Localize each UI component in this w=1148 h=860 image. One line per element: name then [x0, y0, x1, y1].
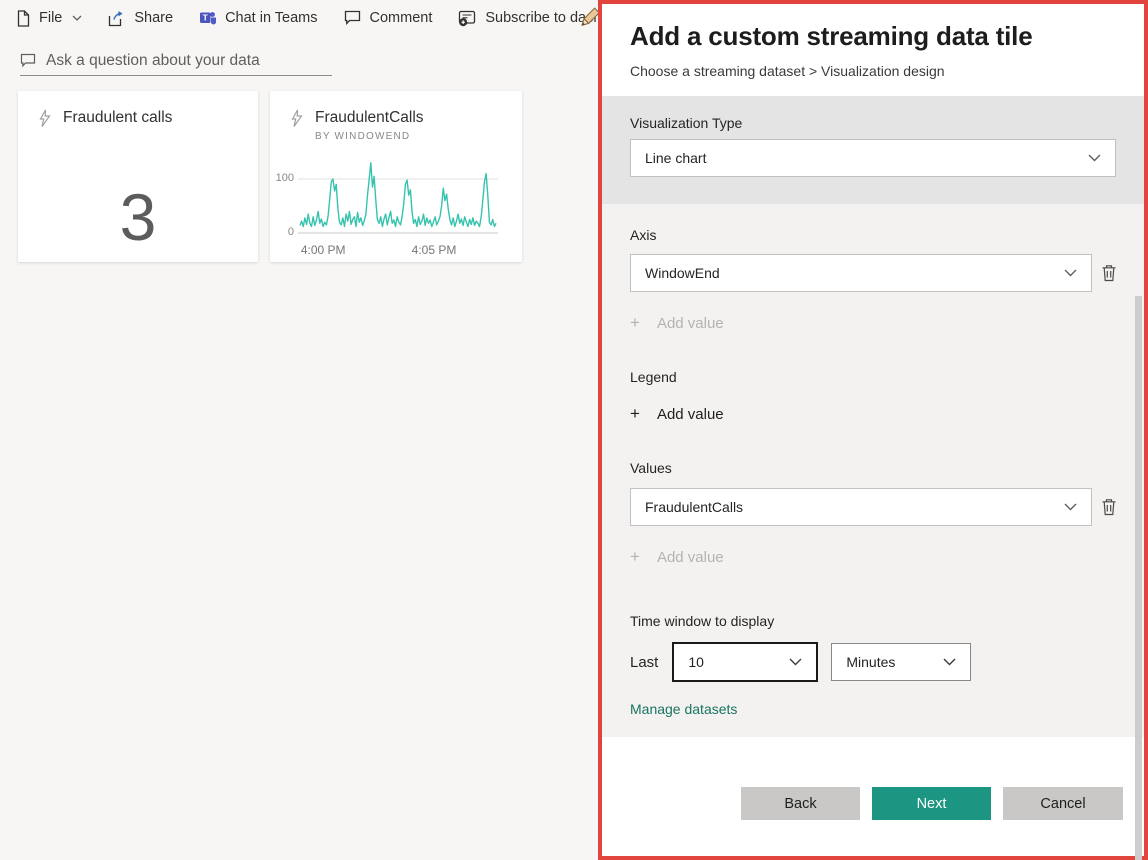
file-icon: [16, 9, 31, 27]
values-add-value-label: Add value: [656, 548, 724, 566]
add-streaming-tile-panel: Add a custom streaming data tile Choose …: [598, 0, 1148, 860]
values-label: Values: [630, 460, 672, 476]
file-menu-button[interactable]: File: [16, 9, 82, 27]
legend-add-value-label: Add value: [656, 405, 724, 423]
streaming-lightning-icon: [38, 109, 52, 128]
chevron-down-icon: [789, 658, 802, 666]
y-axis-tick-0: 0: [287, 226, 294, 238]
time-window-label: Time window to display: [630, 613, 775, 629]
time-amount-dropdown[interactable]: 10: [672, 642, 819, 682]
last-label: Last: [630, 653, 659, 671]
visualization-type-label: Visualization Type: [630, 115, 743, 131]
plus-icon: +: [630, 404, 640, 423]
qna-bubble-icon: [20, 53, 37, 68]
values-delete-button[interactable]: [1101, 498, 1117, 516]
legend-label: Legend: [630, 369, 677, 385]
time-amount-value: 10: [688, 654, 704, 670]
qna-input[interactable]: Ask a question about your data: [20, 46, 332, 76]
breadcrumb: Choose a streaming dataset > Visualizati…: [630, 63, 945, 79]
panel-title: Add a custom streaming data tile: [630, 21, 1033, 51]
trash-icon: [1102, 499, 1116, 516]
tile-fraudulentcalls-chart[interactable]: FraudulentCalls BY WINDOWEND 100 0 4:00 …: [270, 91, 522, 262]
legend-add-value-button[interactable]: + Add value: [630, 404, 1144, 423]
file-menu-label: File: [39, 10, 63, 26]
cancel-button[interactable]: Cancel: [1003, 787, 1123, 820]
values-value: FraudulentCalls: [645, 499, 744, 515]
share-icon: [108, 10, 126, 27]
time-unit-dropdown[interactable]: Minutes: [831, 643, 972, 681]
teams-icon: T: [199, 10, 217, 27]
chat-in-teams-button[interactable]: T Chat in Teams: [199, 10, 318, 27]
svg-text:T: T: [203, 12, 209, 22]
panel-footer: Back Next Cancel: [602, 737, 1144, 856]
x-axis-tick: 4:05 PM: [411, 243, 457, 257]
dashboard-toolbar: File Share T Chat in Teams Comment Subsc…: [0, 0, 639, 36]
axis-dropdown[interactable]: WindowEnd: [630, 254, 1092, 292]
comment-icon: [344, 10, 362, 26]
streaming-line-chart: 100 0 4:00 PM 4:05 PM: [270, 151, 522, 262]
chevron-down-icon: [1064, 269, 1077, 277]
streaming-lightning-icon: [290, 109, 304, 128]
share-label: Share: [134, 10, 174, 26]
axis-value: WindowEnd: [645, 265, 720, 281]
values-dropdown[interactable]: FraudulentCalls: [630, 488, 1092, 526]
share-button[interactable]: Share: [108, 10, 173, 27]
manage-datasets-link[interactable]: Manage datasets: [630, 701, 737, 717]
next-button[interactable]: Next: [872, 787, 991, 820]
qna-placeholder: Ask a question about your data: [46, 51, 260, 69]
chevron-down-icon: [1088, 154, 1101, 162]
visualization-type-section: Visualization Type Line chart: [602, 96, 1144, 204]
axis-add-value-label: Add value: [656, 314, 724, 332]
tile-card-value: 3: [119, 180, 157, 254]
plus-icon: +: [630, 313, 640, 332]
chat-in-teams-label: Chat in Teams: [225, 10, 318, 26]
x-axis-tick: 4:00 PM: [300, 243, 346, 257]
chevron-down-icon: [943, 658, 956, 666]
comment-button[interactable]: Comment: [344, 10, 433, 26]
tile-subtitle: BY WINDOWEND: [315, 131, 411, 142]
visualization-type-dropdown[interactable]: Line chart: [630, 139, 1116, 177]
comment-label: Comment: [369, 10, 433, 26]
chevron-down-icon: [1064, 503, 1077, 511]
values-add-value-button: + Add value: [630, 547, 1144, 566]
chevron-down-icon: [72, 15, 82, 21]
subscribe-icon: [458, 10, 477, 27]
axis-add-value-button: + Add value: [630, 313, 1144, 332]
time-unit-value: Minutes: [846, 654, 896, 670]
axis-delete-button[interactable]: [1101, 264, 1117, 282]
plus-icon: +: [630, 547, 640, 566]
tile-title: Fraudulent calls: [63, 109, 173, 126]
panel-scrollbar[interactable]: [1135, 296, 1142, 860]
visualization-design-section: Axis WindowEnd + Add value Legend + Add …: [602, 204, 1144, 860]
y-axis-tick-100: 100: [275, 172, 294, 184]
axis-label: Axis: [630, 227, 657, 243]
tile-fraudulent-calls[interactable]: Fraudulent calls 3: [18, 91, 258, 262]
trash-icon: [1102, 265, 1116, 282]
back-button[interactable]: Back: [741, 787, 860, 820]
chart-line: [299, 162, 497, 228]
tile-title: FraudulentCalls: [315, 109, 424, 126]
visualization-type-value: Line chart: [645, 150, 707, 166]
